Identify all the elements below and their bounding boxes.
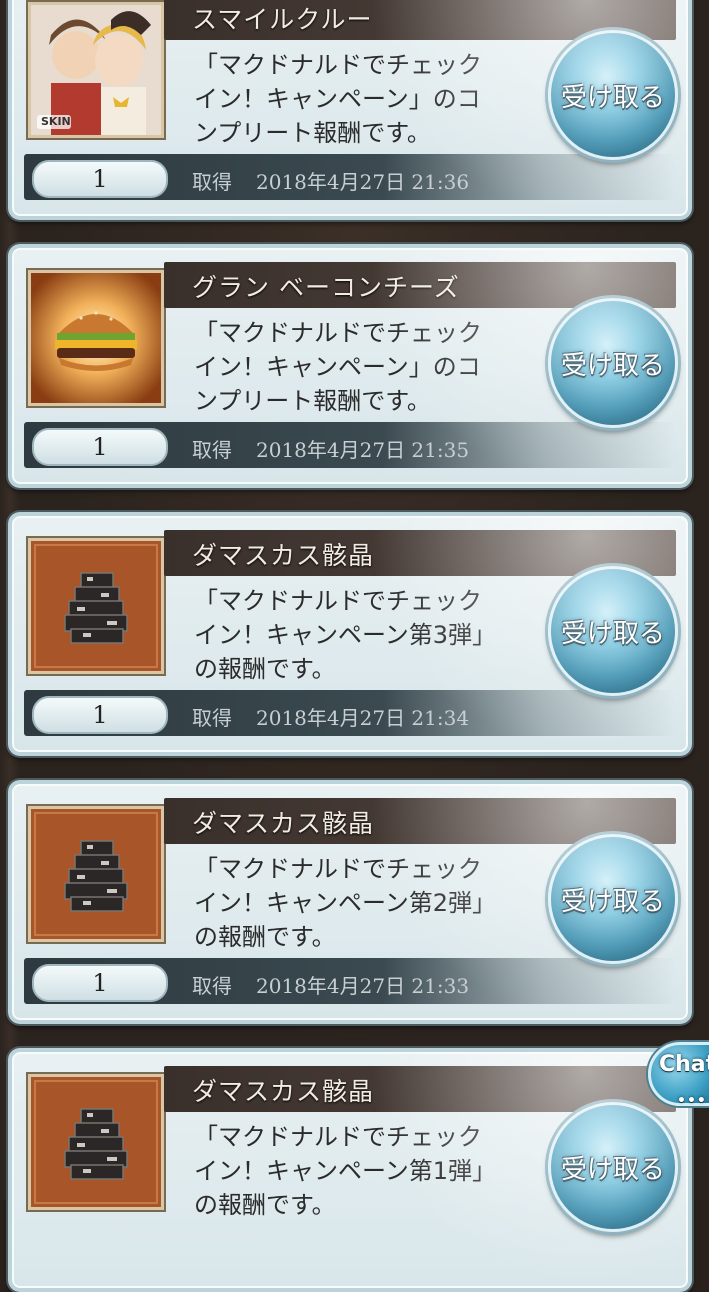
description-line: イン！キャンペーン第2弾」 — [194, 889, 497, 917]
description-line: ンプリート報酬です。 — [194, 387, 431, 415]
item-thumbnail — [28, 1074, 164, 1210]
damascus-crystal-icon — [31, 809, 161, 939]
description-line: イン！キャンペーン第1弾」 — [194, 1157, 497, 1185]
quantity-value: 1 — [32, 428, 168, 466]
item-name: ダマスカス骸晶 — [192, 1077, 375, 1106]
description-line: 「マクドナルドでチェック — [194, 51, 482, 79]
item-thumbnail — [28, 270, 164, 406]
chat-button[interactable]: Chat ••• — [648, 1042, 709, 1109]
description-line: の報酬です。 — [194, 923, 336, 951]
acquired-label: 取得 — [192, 438, 232, 462]
acquired-info: 取得 2018年4月27日 21:34 — [192, 702, 469, 731]
acquired-time: 2018年4月27日 21:35 — [256, 438, 470, 462]
skin-badge: SKIN — [41, 115, 71, 128]
item-name: ダマスカス骸晶 — [192, 541, 375, 570]
acquired-label: 取得 — [192, 706, 232, 730]
acquired-info: 取得 2018年4月27日 21:35 — [192, 434, 469, 463]
damascus-crystal-icon — [31, 541, 161, 671]
receive-button-label: 受け取る — [560, 886, 665, 917]
description-line: イン！キャンペーン」のコ — [194, 353, 481, 381]
receive-button[interactable]: 受け取る — [548, 30, 678, 160]
description-line: 「マクドナルドでチェック — [194, 855, 482, 883]
receive-button-label: 受け取る — [560, 82, 665, 113]
item-description: 「マクドナルドでチェック イン！キャンペーン」のコ ンプリート報酬です。 — [194, 316, 544, 418]
item-thumbnail — [28, 538, 164, 674]
item-description: 「マクドナルドでチェック イン！キャンペーン第3弾」 の報酬です。 — [194, 584, 544, 686]
acquired-time: 2018年4月27日 21:36 — [256, 170, 470, 194]
damascus-crystal-icon — [31, 1077, 161, 1207]
gift-card: ダマスカス骸晶 「マクドナルドでチェック イン！キャンペーン第2弾」 の報酬です… — [8, 780, 692, 1024]
item-name: ダマスカス骸晶 — [192, 809, 375, 838]
description-line: の報酬です。 — [194, 655, 336, 683]
description-line: ンプリート報酬です。 — [194, 119, 431, 147]
acquired-time: 2018年4月27日 21:33 — [256, 974, 470, 998]
acquired-info: 取得 2018年4月27日 21:36 — [192, 166, 469, 195]
chat-dots-icon: ••• — [677, 1093, 707, 1109]
item-description: 「マクドナルドでチェック イン！キャンペーン第2弾」 の報酬です。 — [194, 852, 544, 954]
item-description: 「マクドナルドでチェック イン！キャンペーン」のコ ンプリート報酬です。 — [194, 48, 544, 150]
item-name: スマイルクルー — [192, 5, 373, 34]
item-thumbnail: SKIN — [28, 2, 164, 138]
acquired-label: 取得 — [192, 974, 232, 998]
receive-button[interactable]: 受け取る — [548, 566, 678, 696]
description-line: 「マクドナルドでチェック — [194, 319, 482, 347]
quantity-value: 1 — [32, 160, 168, 198]
description-line: イン！キャンペーン第3弾」 — [194, 621, 497, 649]
item-description: 「マクドナルドでチェック イン！キャンペーン第1弾」 の報酬です。 — [194, 1120, 544, 1222]
acquired-label: 取得 — [192, 170, 232, 194]
receive-button[interactable]: 受け取る — [548, 834, 678, 964]
acquired-info: 取得 2018年4月27日 21:33 — [192, 970, 469, 999]
gift-card: SKIN スマイルクルー 「マクドナルドでチェック イン！キャンペーン」のコ ン… — [8, 0, 692, 220]
gift-card: ダマスカス骸晶 「マクドナルドでチェック イン！キャンペーン第3弾」 の報酬です… — [8, 512, 692, 756]
burger-icon — [31, 273, 161, 403]
description-line: の報酬です。 — [194, 1191, 336, 1219]
receive-button[interactable]: 受け取る — [548, 1102, 678, 1232]
gift-card: グラン ベーコンチーズ 「マクドナルドでチェック イン！キャンペーン」のコ ンプ… — [8, 244, 692, 488]
item-thumbnail — [28, 806, 164, 942]
item-name: グラン ベーコンチーズ — [192, 273, 460, 302]
receive-button-label: 受け取る — [560, 350, 665, 381]
description-line: 「マクドナルドでチェック — [194, 1123, 482, 1151]
description-line: 「マクドナルドでチェック — [194, 587, 482, 615]
receive-button[interactable]: 受け取る — [548, 298, 678, 428]
gift-card: ダマスカス骸晶 「マクドナルドでチェック イン！キャンペーン第1弾」 の報酬です… — [8, 1048, 692, 1292]
receive-button-label: 受け取る — [560, 618, 665, 649]
chat-label: Chat — [659, 1052, 709, 1077]
acquired-time: 2018年4月27日 21:34 — [256, 706, 470, 730]
quantity-value: 1 — [32, 964, 168, 1002]
description-line: イン！キャンペーン」のコ — [194, 85, 481, 113]
receive-button-label: 受け取る — [560, 1154, 665, 1185]
quantity-value: 1 — [32, 696, 168, 734]
